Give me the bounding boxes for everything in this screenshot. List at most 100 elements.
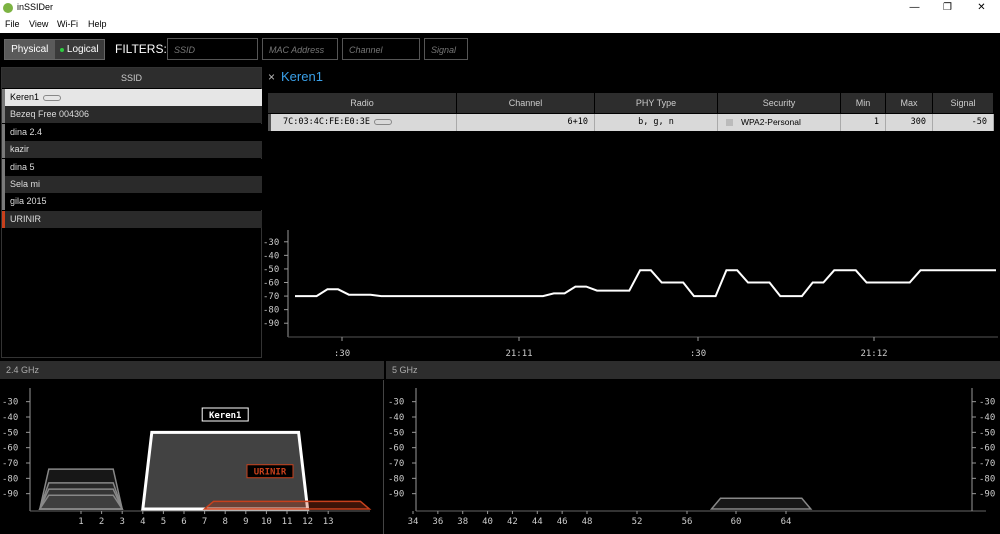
y-tick-label-right: -50	[979, 428, 995, 438]
ssid-name: Sela mi	[10, 179, 41, 189]
ssid-filter-input[interactable]: SSID	[167, 38, 258, 60]
ssid-row[interactable]: dina 2.4	[2, 123, 262, 141]
min-cell: 1	[841, 114, 886, 131]
x-tick-label: 21:12	[860, 349, 887, 359]
panel-24ghz-title: 2.4 GHz	[0, 361, 384, 379]
link-icon	[43, 94, 62, 101]
x-tick-label: 60	[731, 517, 742, 527]
close-detail-icon[interactable]: ×	[268, 70, 275, 84]
y-tick-label: -60	[388, 444, 404, 454]
app-icon	[3, 3, 13, 13]
y-tick-label-right: -70	[979, 459, 995, 469]
network-shape	[38, 494, 124, 510]
x-tick-label: 6	[181, 517, 186, 527]
ssid-row[interactable]: kazir	[2, 141, 262, 159]
ssid-row[interactable]: gila 2015	[2, 193, 262, 211]
signal-history-chart: -30 -40 -50 -60 -70 -80 -90:30 21:11:30 21:12	[263, 230, 998, 359]
menu-help[interactable]: Help	[88, 19, 107, 29]
ssid-column-header[interactable]: SSID	[2, 68, 261, 88]
x-tick-label: 64	[781, 517, 792, 527]
y-tick-label: -80	[2, 474, 18, 484]
filters-label: FILTERS:	[115, 42, 167, 56]
y-tick-label: -70	[2, 459, 18, 469]
ssid-row[interactable]: URINIR	[2, 210, 262, 228]
ssid-row[interactable]: Sela mi	[2, 176, 262, 193]
y-tick-label: -50	[388, 428, 404, 438]
active-dot-icon	[59, 47, 64, 52]
x-tick-label: :30	[334, 349, 350, 359]
chart-5ghz: -30 -30 -40 -40 -50 -50 -60 -60 -70 -70 -80 -80 -90 -…	[388, 388, 995, 527]
signal-line	[295, 269, 996, 298]
y-tick-label: -40	[263, 251, 279, 261]
ssid-row[interactable]: Keren1	[2, 89, 262, 106]
maximize-button[interactable]: ❐	[931, 0, 964, 16]
chart-24ghz: -30-40-50-60-70-80-901 2 3 4 5 6 7 8 9 10 11 12 13Ke…	[2, 380, 384, 534]
y-tick-label: -30	[263, 238, 279, 248]
channel-cell: 6+10	[457, 114, 595, 131]
network-shape	[709, 497, 813, 510]
ssid-name: kazir	[10, 144, 30, 155]
y-tick-label: -50	[263, 265, 279, 275]
ssid-name: Bezeq Free 004306	[10, 109, 90, 120]
x-tick-label: 21:11	[505, 349, 532, 359]
x-tick-label: 52	[632, 517, 643, 527]
col-max[interactable]: Max	[886, 93, 933, 113]
y-tick-label: -80	[263, 306, 279, 316]
x-tick-label: 12	[302, 517, 313, 527]
ssid-name: dina 5	[10, 161, 35, 172]
x-tick-label: 7	[202, 517, 207, 527]
y-tick-label-right: -60	[979, 444, 995, 454]
lock-icon	[726, 119, 733, 127]
menu-bar: File View Wi-Fi Help	[0, 16, 1000, 33]
x-tick-label: 10	[261, 517, 272, 527]
menu-file[interactable]: File	[5, 19, 20, 29]
menu-wifi[interactable]: Wi-Fi	[57, 19, 78, 29]
x-tick-label: 34	[408, 517, 419, 527]
col-security[interactable]: Security	[718, 93, 841, 113]
y-tick-label: -30	[388, 398, 404, 408]
ssid-name: Keren1	[10, 92, 40, 102]
radio-cell[interactable]: 7C:03:4C:FE:E0:3E	[268, 114, 457, 131]
x-tick-label: 36	[432, 517, 443, 527]
ssid-name: dina 2.4	[10, 126, 43, 137]
security-value: WPA2-Personal	[741, 117, 801, 127]
y-tick-label: -70	[263, 292, 279, 302]
logical-button[interactable]: Logical	[54, 40, 104, 59]
minimize-button[interactable]: —	[898, 0, 931, 16]
col-channel[interactable]: Channel	[457, 93, 595, 113]
y-tick-label: -80	[388, 474, 404, 484]
panel-5ghz-title: 5 GHz	[386, 361, 1000, 379]
signal-cell: -50	[933, 114, 994, 131]
y-tick-label: -60	[263, 279, 279, 289]
network-label: URINIR	[254, 468, 287, 478]
ssid-row[interactable]: Bezeq Free 004306	[2, 106, 262, 124]
x-tick-label: 1	[78, 517, 83, 527]
x-tick-label: 40	[482, 517, 493, 527]
phy-cell: b, g, n	[595, 114, 718, 131]
x-tick-label: 56	[682, 517, 693, 527]
ssid-name: URINIR	[10, 213, 41, 224]
col-min[interactable]: Min	[841, 93, 886, 113]
x-tick-label: 38	[457, 517, 468, 527]
col-phy[interactable]: PHY Type	[595, 93, 718, 113]
ssid-row[interactable]: dina 5	[2, 158, 262, 176]
menu-view[interactable]: View	[29, 19, 48, 29]
y-tick-label: -50	[2, 428, 18, 438]
channel-filter-input[interactable]: Channel	[342, 38, 420, 60]
title-bar: inSSIDer — ❐ ✕	[0, 0, 1000, 16]
y-tick-label: -90	[263, 319, 279, 329]
signal-filter-input[interactable]: Signal	[424, 38, 468, 60]
col-signal[interactable]: Signal	[933, 93, 994, 113]
close-button[interactable]: ✕	[965, 0, 998, 16]
max-cell: 300	[886, 114, 933, 131]
view-toggle: Physical Logical	[4, 39, 105, 60]
mac-filter-input[interactable]: MAC Address	[262, 38, 338, 60]
network-label: Keren1	[209, 411, 242, 421]
link-icon	[374, 118, 392, 125]
y-tick-label: -90	[388, 490, 404, 500]
x-tick-label: 2	[99, 517, 104, 527]
y-tick-label: -40	[388, 413, 404, 423]
x-tick-label: 13	[323, 517, 334, 527]
physical-button[interactable]: Physical	[5, 40, 55, 59]
col-radio[interactable]: Radio	[268, 93, 457, 113]
